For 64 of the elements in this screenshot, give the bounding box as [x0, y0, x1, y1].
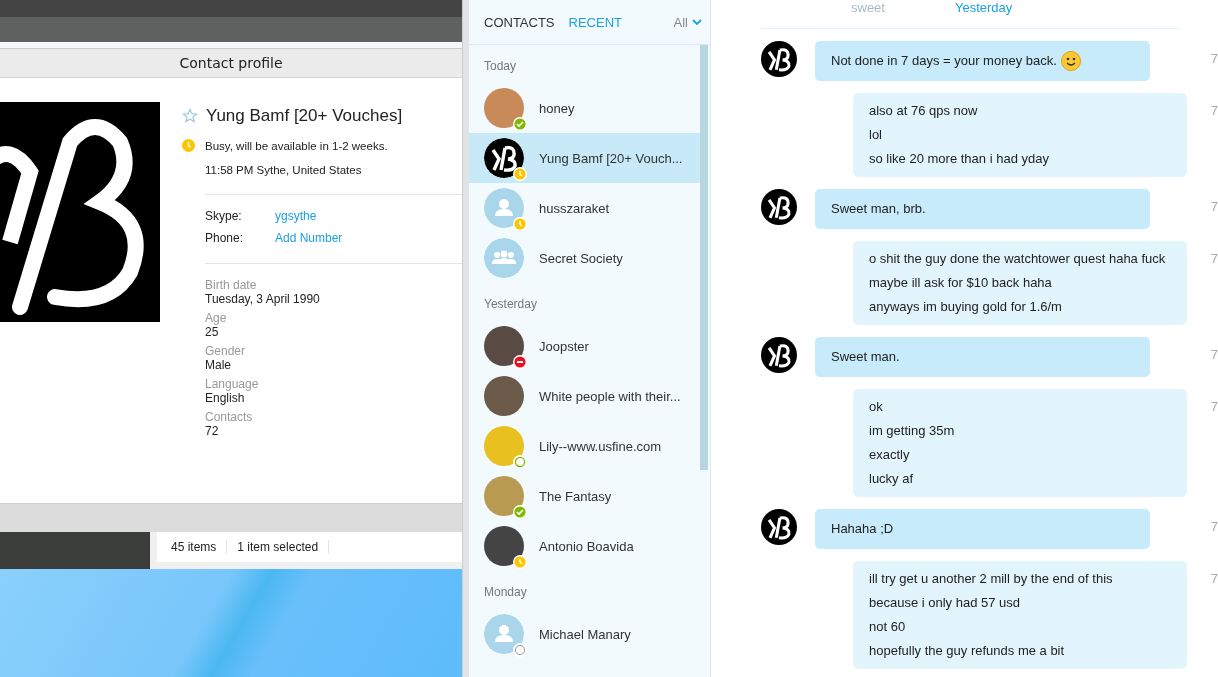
item-count: 45 items	[171, 540, 228, 554]
detail-label: Gender	[205, 344, 247, 358]
contact-item[interactable]: Antonio Boavida	[469, 521, 700, 571]
message-text: o shit the guy done the watchtower quest haha fuck	[869, 250, 1166, 268]
contact-name: Yung Bamf [20+ Vouches]	[206, 106, 403, 126]
message-time: 7	[1210, 51, 1218, 66]
message-text: anyways im buying gold for 1.6/m	[869, 298, 1062, 316]
contact-item[interactable]: Secret Society	[469, 233, 700, 283]
scrollbar[interactable]	[700, 45, 708, 470]
contact-item[interactable]: husszaraket	[469, 183, 700, 233]
field-label: Skype:	[205, 209, 243, 223]
detail-value: 25	[205, 325, 220, 339]
group-heading: Monday	[483, 584, 528, 601]
message-text: so like 20 more than i had yday	[869, 150, 1049, 168]
contact-item[interactable]: The Fantasy	[469, 471, 700, 521]
message-time: 7	[1210, 571, 1218, 586]
message-time: 7	[1210, 103, 1218, 118]
message-time: 7	[1210, 347, 1218, 362]
message-text: not 60	[869, 618, 906, 636]
message-text: Sweet man.	[831, 348, 900, 366]
contact-item[interactable]: Lily--www.usfine.com	[469, 421, 700, 471]
group-heading: Yesterday	[483, 296, 538, 313]
detail-value: 72	[205, 424, 220, 438]
message-text: lucky af	[869, 470, 914, 488]
detail-label: Birth date	[205, 278, 258, 292]
star-icon[interactable]	[182, 108, 198, 124]
message-text: lol	[869, 126, 882, 144]
smiley-icon	[1060, 51, 1081, 71]
contact-item[interactable]: White people with their...	[469, 371, 700, 421]
selection-count: 1 item selected	[237, 540, 330, 554]
detail-label: Age	[205, 311, 228, 325]
date-divider: Yesterday	[954, 0, 1013, 15]
detail-label: Language	[205, 377, 260, 391]
message-text: ok	[869, 398, 883, 416]
contact-item[interactable]: Joopster	[469, 321, 700, 371]
faded-message: sweet	[851, 0, 885, 15]
detail-value: English	[205, 391, 246, 405]
message-time: 7	[1210, 519, 1218, 534]
message-text: hopefully the guy refunds me a bit	[869, 642, 1065, 660]
detail-value: Male	[205, 358, 232, 372]
chevron-down-icon[interactable]	[692, 19, 702, 25]
detail-label: Contacts	[205, 410, 254, 424]
window-title: Contact profile	[0, 49, 462, 78]
message-text: Sweet man, brb.	[831, 200, 926, 218]
message-time: 7	[1210, 399, 1218, 414]
contact-item[interactable]: Michael Manary	[469, 609, 700, 659]
group-heading: Today	[483, 58, 518, 75]
message-time: 7	[1210, 199, 1218, 214]
message-text: im getting 35m	[869, 422, 955, 440]
tab[interactable]: CONTACTS	[484, 14, 555, 30]
message-text: ill try get u another 2 mill by the end of this	[869, 570, 1113, 588]
message-time: 7	[1210, 251, 1218, 266]
message-text: exactly	[869, 446, 910, 464]
mood-message: Busy, will be available in 1-2 weeks.	[205, 139, 388, 152]
message-text: also at 76 qps now	[869, 102, 978, 120]
contact-item[interactable]: honey	[469, 83, 700, 133]
contact-item[interactable]: Yung Bamf [20+ Vouch...	[469, 133, 700, 183]
message-text: maybe ill ask for $10 back haha	[869, 274, 1052, 292]
field-label: Phone:	[205, 231, 245, 245]
local-time: 11:58 PM Sythe, United States	[205, 164, 363, 176]
message-text: because i only had 57 usd	[869, 594, 1021, 612]
message-text: Hahaha ;D	[831, 520, 894, 538]
message-text: Not done in 7 days = your money back.	[831, 52, 1057, 70]
detail-value: Tuesday, 3 April 1990	[205, 292, 321, 306]
